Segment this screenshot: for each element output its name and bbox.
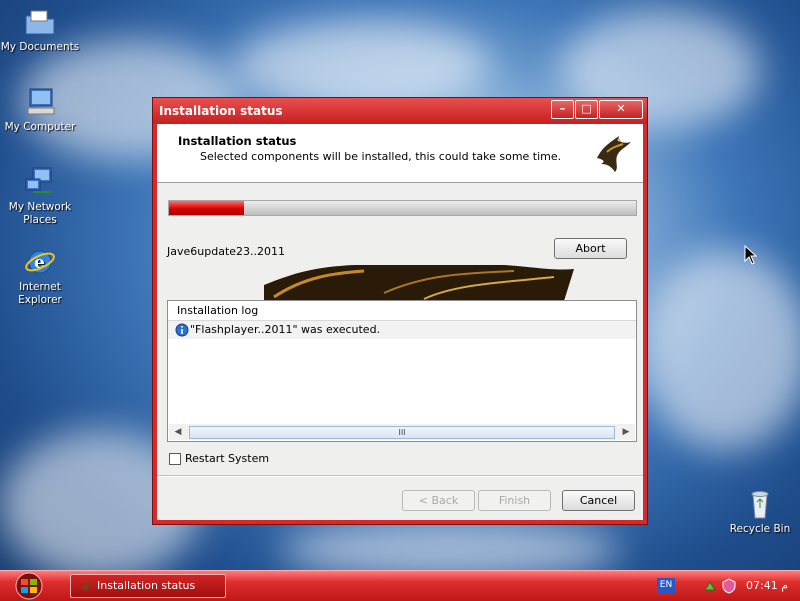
desktop-icon-my-computer[interactable]: My Computer: [0, 86, 80, 134]
cloud-decoration: [640, 250, 800, 450]
wizard-body: Jave6update23..2011 Abort Installation l…: [157, 183, 643, 520]
taskbar-item-label: Installation status: [97, 579, 196, 592]
horizontal-scrollbar[interactable]: ◀ III ▶: [169, 424, 635, 440]
internet-explorer-icon: e: [25, 250, 55, 274]
finish-button[interactable]: Finish: [478, 490, 551, 511]
desktop-icon-recycle-bin[interactable]: Recycle Bin: [720, 488, 800, 536]
cancel-button[interactable]: Cancel: [562, 490, 635, 511]
current-component-text: Jave6update23..2011: [167, 245, 286, 258]
abort-button[interactable]: Abort: [554, 238, 627, 259]
desktop-icon-label: Recycle Bin: [729, 523, 791, 535]
log-row[interactable]: "Flashplayer..2011" was executed.: [168, 321, 636, 339]
network-tray-icon[interactable]: [702, 578, 718, 594]
log-row-text: "Flashplayer..2011" was executed.: [190, 323, 381, 336]
installer-window: Installation status – □ ✕ Installation s…: [152, 97, 648, 525]
scroll-left-arrow-icon[interactable]: ◀: [171, 425, 185, 439]
checkbox-box[interactable]: [169, 453, 181, 465]
header-subtitle: Selected components will be installed, t…: [200, 150, 562, 163]
recycle-bin-icon: [751, 491, 769, 519]
desktop-icon-internet-explorer[interactable]: e Internet Explorer: [0, 246, 80, 307]
mouse-cursor-icon: [744, 245, 758, 265]
computer-icon: [27, 88, 55, 115]
back-button[interactable]: < Back: [402, 490, 475, 511]
desktop-icon-label: My Network Places: [8, 201, 72, 226]
desktop-icon-label: Internet Explorer: [18, 281, 62, 306]
installer-app-icon: [81, 581, 91, 591]
minimize-button[interactable]: –: [551, 100, 574, 119]
footer-separator: [157, 475, 643, 477]
scroll-thumb[interactable]: III: [189, 426, 615, 439]
window-title: Installation status: [159, 104, 283, 118]
scroll-right-arrow-icon[interactable]: ▶: [619, 425, 633, 439]
desktop-icon-label: My Documents: [0, 41, 80, 53]
start-button[interactable]: [0, 571, 62, 601]
maximize-button[interactable]: □: [575, 100, 598, 119]
close-button[interactable]: ✕: [599, 100, 643, 119]
folder-documents-icon: [25, 10, 55, 35]
window-client-area: Installation status Selected components …: [157, 124, 643, 520]
security-tray-icon[interactable]: [721, 578, 737, 594]
eagle-logo-icon: [597, 136, 631, 172]
info-icon: [175, 323, 189, 337]
eagle-banner-image: [264, 265, 574, 301]
language-indicator[interactable]: EN: [657, 578, 675, 593]
desktop-icon-my-network-places[interactable]: My Network Places: [0, 166, 80, 227]
restart-system-label[interactable]: Restart System: [185, 452, 269, 465]
window-titlebar[interactable]: Installation status – □ ✕: [153, 98, 647, 124]
taskbar: Installation status EN 07:41 م: [0, 570, 800, 601]
progress-fill: [169, 201, 244, 215]
network-icon: [25, 167, 52, 193]
taskbar-item-installation-status[interactable]: Installation status: [70, 574, 226, 598]
log-column-header[interactable]: Installation log: [168, 301, 636, 321]
clock[interactable]: 07:41 م: [746, 579, 788, 592]
wizard-header: Installation status Selected components …: [157, 124, 643, 183]
header-title: Installation status: [178, 134, 297, 148]
desktop-icon-label: My Computer: [4, 121, 76, 133]
install-progress-bar: [168, 200, 637, 216]
installation-log-list[interactable]: Installation log "Flashplayer..2011" was…: [167, 300, 637, 442]
desktop-icon-my-documents[interactable]: My Documents: [0, 6, 80, 54]
